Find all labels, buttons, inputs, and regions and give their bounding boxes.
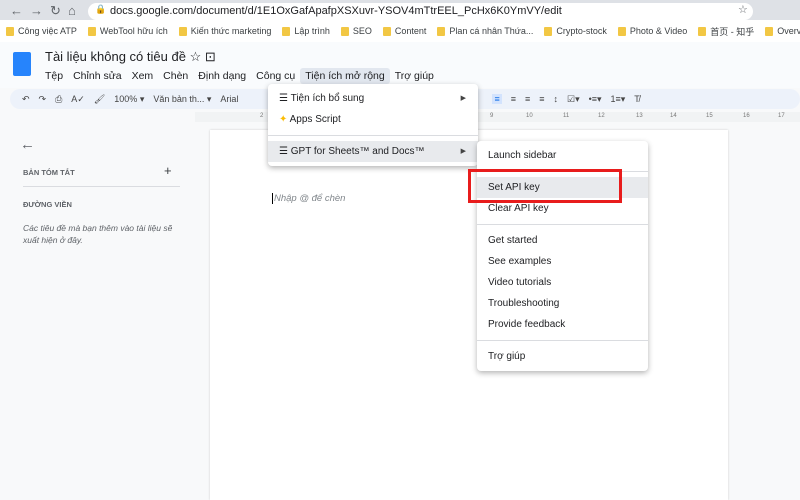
menu-3[interactable]: Chèn bbox=[158, 68, 193, 84]
bookmark-item[interactable]: Overview bbox=[765, 26, 800, 36]
ruler-tick: 11 bbox=[563, 113, 570, 119]
bookmark-item[interactable]: Plan cá nhân Thứa... bbox=[437, 26, 533, 36]
folder-icon bbox=[544, 26, 553, 36]
add-ons-icon: ☰ bbox=[279, 93, 288, 104]
bookmark-item[interactable]: SEO bbox=[340, 26, 372, 36]
ruler-tick: 14 bbox=[670, 113, 677, 119]
folder-icon bbox=[698, 26, 707, 36]
bookmark-item[interactable]: Photo & Video bbox=[617, 26, 687, 36]
print-icon[interactable]: ⎙ bbox=[55, 94, 62, 105]
ruler-tick: 17 bbox=[778, 113, 785, 119]
bookmark-item[interactable]: Lập trình bbox=[282, 26, 330, 36]
folder-icon bbox=[87, 26, 96, 36]
undo-icon[interactable]: ↶ bbox=[22, 94, 30, 105]
outline-sidebar: ← BẢN TÓM TẮT + ĐƯỜNG VIỀN Các tiêu đề m… bbox=[0, 122, 195, 500]
menu-0[interactable]: Tệp bbox=[40, 68, 68, 84]
outline-heading: ĐƯỜNG VIỀN bbox=[23, 200, 72, 209]
ruler-tick: 2 bbox=[260, 113, 264, 119]
menu-4[interactable]: Định dạng bbox=[193, 68, 251, 84]
docs-logo-icon[interactable] bbox=[13, 52, 31, 76]
folder-icon bbox=[437, 26, 446, 36]
star-icon[interactable]: ☆ bbox=[190, 49, 202, 64]
back-arrow-icon[interactable]: ← bbox=[20, 136, 35, 153]
menu-7[interactable]: Trợ giúp bbox=[390, 68, 439, 84]
back-icon[interactable]: ← bbox=[10, 3, 23, 18]
bookmarks-bar: Công việc ATP WebTool hữu ích Kiến thức ma… bbox=[0, 20, 800, 42]
font-select[interactable]: Arial bbox=[220, 94, 238, 104]
highlight-box bbox=[468, 169, 622, 203]
ruler-tick: 16 bbox=[743, 113, 750, 119]
divider bbox=[23, 186, 180, 187]
ruler-tick: 13 bbox=[636, 113, 643, 119]
add-ons-icon: ☰ bbox=[279, 146, 288, 157]
bookmark-item[interactable]: Kiến thức marketing bbox=[178, 26, 271, 36]
line-spacing-icon[interactable]: ↕ bbox=[554, 94, 559, 104]
menu-item-add-ons[interactable]: ☰ Tiện ích bổ sung ▶ bbox=[268, 88, 478, 109]
paint-format-icon[interactable]: 🖌 bbox=[94, 94, 105, 105]
menu-item-gpt-for-sheets-and-docs[interactable]: ☰ GPT for Sheets™ and Docs™ ▶ bbox=[268, 141, 478, 162]
apps-script-icon: ✦ bbox=[279, 114, 288, 125]
bullet-list-icon[interactable]: •≡▾ bbox=[589, 94, 602, 105]
menu-item-launch-sidebar[interactable]: Launch sidebar bbox=[477, 145, 648, 166]
menu-item-help[interactable]: Trợ giúp bbox=[477, 346, 648, 367]
forward-icon[interactable]: → bbox=[30, 3, 43, 18]
star-icon[interactable]: ☆ bbox=[738, 3, 748, 16]
folder-icon bbox=[617, 26, 626, 36]
menu-bar: Tệp Chỉnh sửa Xem Chèn Định dạng Công cụ Tiện … bbox=[40, 68, 439, 84]
align-left-icon[interactable]: ≡ bbox=[492, 94, 502, 104]
menu-item-troubleshooting[interactable]: Troubleshooting bbox=[477, 293, 648, 314]
menu-6[interactable]: Tiện ích mở rộng bbox=[300, 68, 390, 84]
folder-icon bbox=[6, 26, 14, 36]
redo-icon[interactable]: ↷ bbox=[39, 94, 47, 105]
folder-icon bbox=[382, 26, 391, 36]
bookmark-item[interactable]: Content bbox=[382, 26, 426, 36]
folder-icon bbox=[282, 26, 291, 36]
style-select[interactable]: Văn bản th... ▾ bbox=[153, 94, 211, 105]
ruler-tick: 15 bbox=[706, 113, 713, 119]
menu-item-video-tutorials[interactable]: Video tutorials bbox=[477, 272, 648, 293]
submenu-arrow-icon: ▶ bbox=[460, 95, 466, 102]
doc-title[interactable]: Tài liệu không có tiêu đề bbox=[45, 49, 186, 64]
folder-icon bbox=[340, 26, 349, 36]
menu-item-provide-feedback[interactable]: Provide feedback bbox=[477, 314, 648, 335]
bookmark-item[interactable]: 首页 - 知乎 bbox=[698, 25, 754, 38]
folder-icon bbox=[765, 26, 774, 36]
divider bbox=[477, 224, 648, 225]
checklist-icon[interactable]: ☑▾ bbox=[567, 94, 580, 105]
divider bbox=[477, 340, 648, 341]
doc-placeholder[interactable]: Nhập @ để chèn bbox=[272, 193, 345, 204]
clear-format-icon[interactable]: T̸ bbox=[634, 94, 640, 104]
align-right-icon[interactable]: ≡ bbox=[525, 94, 530, 104]
bookmark-item[interactable]: WebTool hữu ích bbox=[87, 26, 168, 36]
lock-icon: 🔒 bbox=[95, 4, 107, 14]
address-bar[interactable]: docs.google.com/document/d/1E1OxGafApafp… bbox=[88, 3, 753, 20]
reload-icon[interactable]: ↻ bbox=[50, 3, 61, 19]
numbered-list-icon[interactable]: 1≡▾ bbox=[611, 94, 626, 105]
menu-5[interactable]: Công cụ bbox=[251, 68, 300, 84]
menu-2[interactable]: Xem bbox=[127, 68, 159, 84]
ruler-tick: 10 bbox=[526, 113, 533, 119]
submenu-arrow-icon: ▶ bbox=[460, 148, 466, 155]
align-center-icon[interactable]: ≡ bbox=[511, 94, 516, 104]
bookmark-item[interactable]: Công việc ATP bbox=[6, 26, 77, 36]
zoom-select[interactable]: 100% ▾ bbox=[114, 94, 144, 105]
spellcheck-icon[interactable]: A✓ bbox=[71, 94, 85, 105]
ruler-tick: 9 bbox=[490, 113, 494, 119]
menu-item-apps-script[interactable]: ✦ Apps Script bbox=[268, 109, 478, 130]
outline-hint: Các tiêu đề mà bạn thêm vào tài liệu sẽ … bbox=[23, 223, 173, 245]
add-summary-icon[interactable]: + bbox=[164, 163, 172, 178]
justify-icon[interactable]: ≡ bbox=[539, 94, 544, 104]
menu-item-see-examples[interactable]: See examples bbox=[477, 251, 648, 272]
bookmark-item[interactable]: Crypto-stock bbox=[544, 26, 607, 36]
folder-icon bbox=[178, 26, 187, 36]
extensions-menu: ☰ Tiện ích bổ sung ▶ ✦ Apps Script ☰ GPT … bbox=[268, 84, 478, 166]
home-icon[interactable]: ⌂ bbox=[68, 3, 76, 18]
summary-heading: BẢN TÓM TẮT bbox=[23, 168, 75, 177]
move-folder-icon[interactable]: ⊡ bbox=[205, 49, 216, 64]
menu-item-get-started[interactable]: Get started bbox=[477, 230, 648, 251]
menu-1[interactable]: Chỉnh sửa bbox=[68, 68, 126, 84]
ruler-tick: 12 bbox=[598, 113, 605, 119]
divider bbox=[268, 135, 478, 136]
